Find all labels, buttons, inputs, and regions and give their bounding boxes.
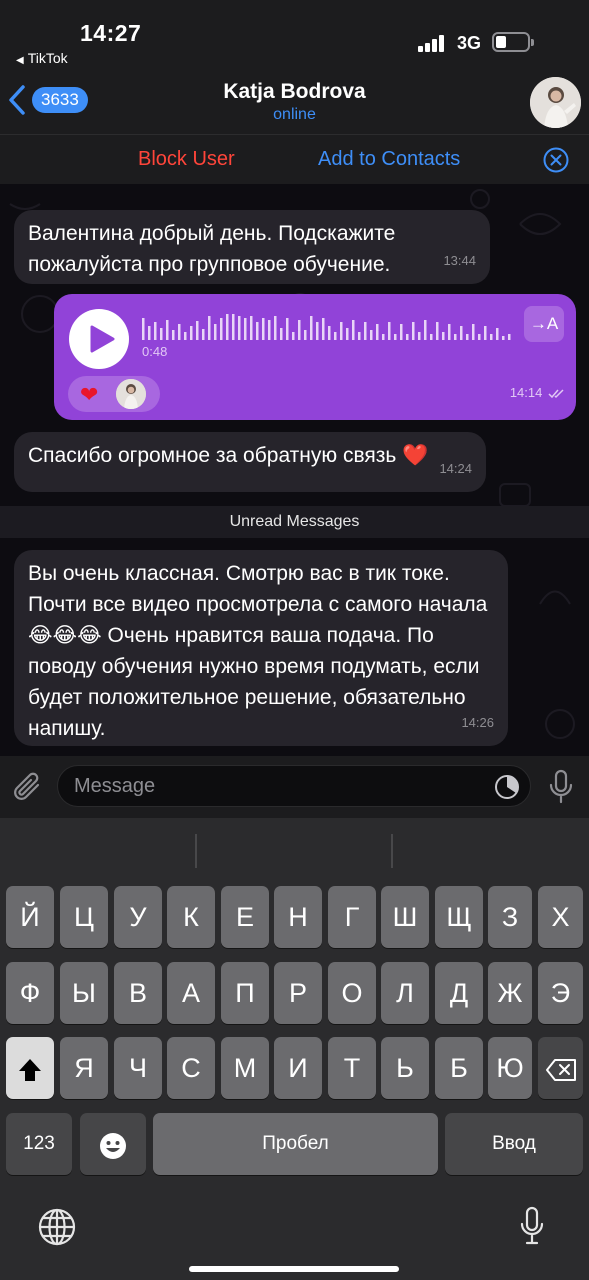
key[interactable]: Ф [6, 962, 54, 1024]
reaction-avatar [116, 379, 146, 409]
backspace-key[interactable] [538, 1037, 583, 1099]
key[interactable]: Ы [60, 962, 108, 1024]
back-to-app-link[interactable]: ◀ TikTok [16, 50, 68, 66]
message-text: Вы очень классная. Смотрю вас в тик токе… [28, 562, 488, 740]
space-key[interactable]: Пробел [153, 1113, 438, 1175]
key[interactable]: Ж [488, 962, 532, 1024]
shift-key[interactable] [6, 1037, 54, 1099]
key[interactable]: Л [381, 962, 429, 1024]
home-indicator [189, 1266, 399, 1272]
suggestion-divider [391, 834, 393, 868]
key[interactable]: Э [538, 962, 583, 1024]
transcribe-button[interactable]: →A [524, 306, 564, 342]
back-triangle-icon: ◀ [16, 55, 24, 66]
unread-divider: Unread Messages [0, 506, 589, 538]
signal-icon [418, 34, 450, 52]
key[interactable]: У [114, 886, 162, 948]
status-bar: 14:27 ◀ TikTok 3G [0, 0, 589, 70]
add-to-contacts-button[interactable]: Add to Contacts [318, 148, 460, 171]
shift-arrow-icon [19, 1058, 41, 1081]
chat-area[interactable]: Валентина добрый день. Подскажите пожалу… [0, 184, 589, 756]
emoji-icon [100, 1132, 126, 1159]
key[interactable]: Ь [381, 1037, 429, 1099]
key[interactable]: Ш [381, 886, 429, 948]
key[interactable]: Ю [488, 1037, 532, 1099]
key[interactable]: П [221, 962, 269, 1024]
key[interactable]: Ч [114, 1037, 162, 1099]
message-time: 14:24 [439, 461, 472, 476]
peer-status: online [273, 106, 316, 123]
message-field[interactable] [57, 765, 531, 807]
message-input-bar [0, 756, 589, 818]
microphone-icon[interactable] [548, 769, 574, 805]
emoji-key[interactable] [80, 1113, 146, 1175]
message-text: Валентина добрый день. Подскажите пожалу… [28, 222, 396, 276]
dictation-microphone-icon[interactable] [519, 1206, 545, 1246]
key[interactable]: З [488, 886, 532, 948]
key[interactable]: Щ [435, 886, 483, 948]
message-time: 13:44 [443, 253, 476, 268]
message-bubble-incoming[interactable]: Валентина добрый день. Подскажите пожалу… [14, 210, 490, 284]
play-button[interactable] [69, 309, 129, 369]
action-bar: Block User Add to Contacts [0, 134, 589, 184]
key[interactable]: Ц [60, 886, 108, 948]
numbers-key[interactable]: 123 [6, 1113, 72, 1175]
key[interactable]: А [167, 962, 215, 1024]
play-icon [90, 325, 115, 353]
key[interactable]: К [167, 886, 215, 948]
key[interactable]: М [221, 1037, 269, 1099]
voice-duration: 0:48 [142, 344, 168, 359]
key[interactable]: Г [328, 886, 376, 948]
message-text: Спасибо огромное за обратную связь ❤️ [28, 444, 429, 467]
globe-icon[interactable] [38, 1208, 76, 1246]
paperclip-icon[interactable] [12, 770, 44, 804]
avatar[interactable] [530, 77, 581, 128]
key[interactable]: Т [328, 1037, 376, 1099]
key[interactable]: Б [435, 1037, 483, 1099]
backspace-icon [545, 1058, 576, 1081]
reaction-chip[interactable]: ❤ [68, 376, 160, 412]
network-type: 3G [457, 33, 482, 53]
keyboard: Й Ц У К Е Н Г Ш Щ З Х Ф Ы В А П Р О Л Д … [0, 818, 589, 1280]
heart-reaction: ❤ [80, 382, 99, 407]
key[interactable]: О [328, 962, 376, 1024]
chat-header: 3633 Katja Bodrova online [0, 70, 589, 134]
enter-key[interactable]: Ввод [445, 1113, 583, 1175]
message-bubble-incoming[interactable]: Спасибо огромное за обратную связь ❤️ 14… [14, 432, 486, 492]
key[interactable]: Н [274, 886, 322, 948]
waveform[interactable] [142, 312, 522, 342]
key[interactable]: Х [538, 886, 583, 948]
voice-message-outgoing[interactable]: 0:48 →A ❤ 14:14 [54, 294, 576, 420]
key[interactable]: В [114, 962, 162, 1024]
message-bubble-incoming[interactable]: Вы очень классная. Смотрю вас в тик токе… [14, 550, 508, 746]
clock: 14:27 [80, 20, 142, 46]
key[interactable]: И [274, 1037, 322, 1099]
key[interactable]: Я [60, 1037, 108, 1099]
key[interactable]: С [167, 1037, 215, 1099]
peer-name[interactable]: Katja Bodrova [0, 80, 589, 104]
back-app-label: TikTok [27, 50, 68, 66]
suggestion-divider [195, 834, 197, 868]
timer-icon[interactable] [494, 774, 520, 800]
close-icon[interactable] [543, 147, 569, 173]
battery-icon [492, 32, 534, 52]
key[interactable]: Д [435, 962, 483, 1024]
block-user-button[interactable]: Block User [138, 148, 235, 171]
key[interactable]: Р [274, 962, 322, 1024]
key[interactable]: Е [221, 886, 269, 948]
message-input[interactable] [74, 774, 474, 798]
message-time: 14:14 [510, 385, 566, 400]
key[interactable]: Й [6, 886, 54, 948]
read-checkmarks-icon [548, 389, 564, 398]
message-time: 14:26 [461, 715, 494, 730]
